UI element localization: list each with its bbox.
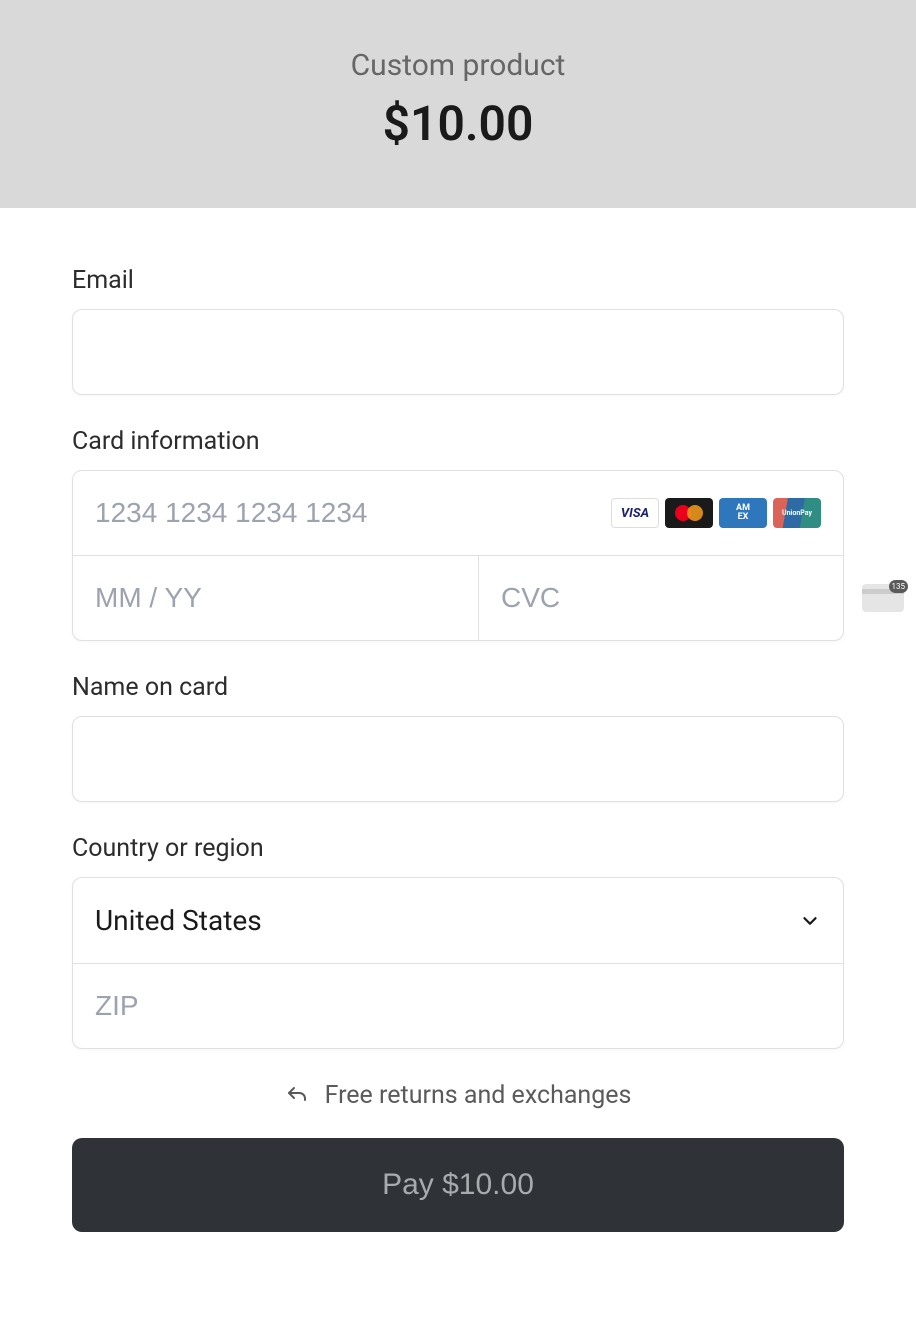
returns-info: Free returns and exchanges <box>72 1081 844 1110</box>
name-field-group: Name on card <box>72 673 844 802</box>
name-input[interactable] <box>73 717 843 801</box>
card-number-input[interactable] <box>95 471 611 555</box>
email-input[interactable] <box>73 310 843 394</box>
card-expiry-cvc-row: 135 <box>73 556 843 640</box>
card-field-group: Card information VISA AMEX UnionPay <box>72 427 844 641</box>
checkout-form: Email Card information VISA AMEX UnionPa… <box>0 208 916 1232</box>
country-field-group: Country or region United States <box>72 834 844 1049</box>
chevron-down-icon <box>799 910 821 932</box>
cvc-cell: 135 <box>479 556 916 640</box>
card-input-wrapper: VISA AMEX UnionPay 135 <box>72 470 844 641</box>
country-label: Country or region <box>72 834 844 863</box>
product-price: $10.00 <box>0 95 916 152</box>
email-label: Email <box>72 266 844 295</box>
email-input-wrapper <box>72 309 844 395</box>
visa-icon: VISA <box>611 498 659 528</box>
email-field-group: Email <box>72 266 844 395</box>
name-label: Name on card <box>72 673 844 702</box>
checkout-header: Custom product $10.00 <box>0 0 916 208</box>
card-brands: VISA AMEX UnionPay <box>611 498 821 528</box>
amex-icon: AMEX <box>719 498 767 528</box>
unionpay-icon: UnionPay <box>773 498 821 528</box>
name-input-wrapper <box>72 716 844 802</box>
mastercard-icon <box>665 498 713 528</box>
cvc-card-icon: 135 <box>862 584 904 612</box>
card-cvc-input[interactable] <box>501 556 862 640</box>
pay-button[interactable]: Pay $10.00 <box>72 1138 844 1232</box>
zip-input[interactable] <box>73 964 843 1048</box>
card-number-row: VISA AMEX UnionPay <box>73 471 843 556</box>
card-label: Card information <box>72 427 844 456</box>
returns-text: Free returns and exchanges <box>325 1081 632 1110</box>
product-name: Custom product <box>0 48 916 83</box>
country-input-wrapper: United States <box>72 877 844 1049</box>
country-selected-value: United States <box>95 904 262 937</box>
card-expiry-input[interactable] <box>95 556 456 640</box>
return-arrow-icon <box>285 1084 309 1108</box>
country-select[interactable]: United States <box>73 878 843 964</box>
expiry-cell <box>73 556 479 640</box>
